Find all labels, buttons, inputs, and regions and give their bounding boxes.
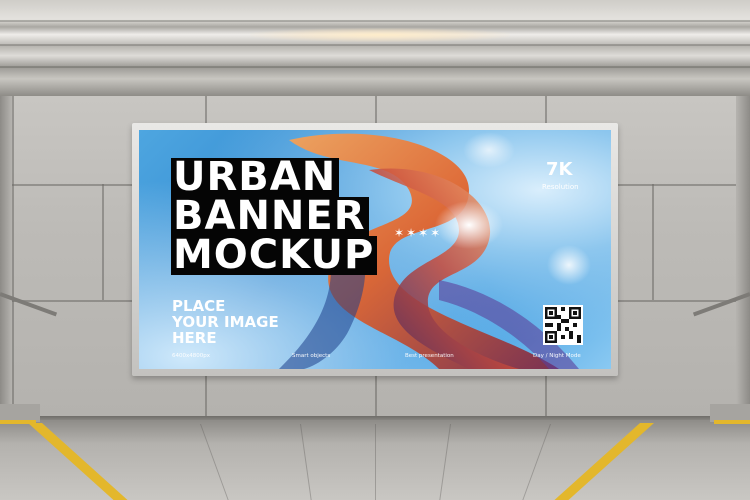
tile-seam (102, 184, 104, 300)
decorative-stars: ✶✶✶✶ (394, 226, 443, 240)
resolution-label: Resolution (542, 183, 579, 191)
placeholder-line: PLACE (172, 297, 226, 315)
qr-code-icon (543, 305, 583, 345)
yellow-line-right (714, 420, 750, 424)
side-wall-right (736, 96, 750, 420)
poster-footer-smart: Smart objects (292, 353, 331, 359)
tile-seam (12, 96, 14, 420)
poster-title-line: MOCKUP (171, 235, 378, 275)
floor-seam (375, 424, 376, 500)
poster-title-line: URBAN (171, 157, 340, 197)
placeholder-text: PLACE YOUR IMAGE HERE (172, 298, 279, 346)
poster-footer-size: 6400x4800px (172, 353, 210, 359)
ceiling-beam (0, 20, 750, 22)
poster-title-line: BANNER (171, 196, 369, 236)
poster-footer-mode: Day / Night Mode (533, 353, 581, 359)
poster-footer-presentation: Best presentation (405, 353, 454, 359)
subway-scene: URBAN BANNER MOCKUP ✶✶✶✶ 7K Resolution P… (0, 0, 750, 500)
ceiling-beam (0, 44, 750, 46)
side-wall-left (0, 96, 12, 420)
ceiling-light (250, 28, 510, 42)
ceiling-beam (0, 66, 750, 68)
resolution-value: 7K (546, 159, 573, 180)
placeholder-line: HERE (172, 329, 217, 347)
placeholder-line: YOUR IMAGE (172, 313, 279, 331)
ceiling (0, 0, 750, 96)
poster-title: URBAN BANNER MOCKUP (171, 157, 378, 275)
tile-seam (652, 184, 654, 300)
